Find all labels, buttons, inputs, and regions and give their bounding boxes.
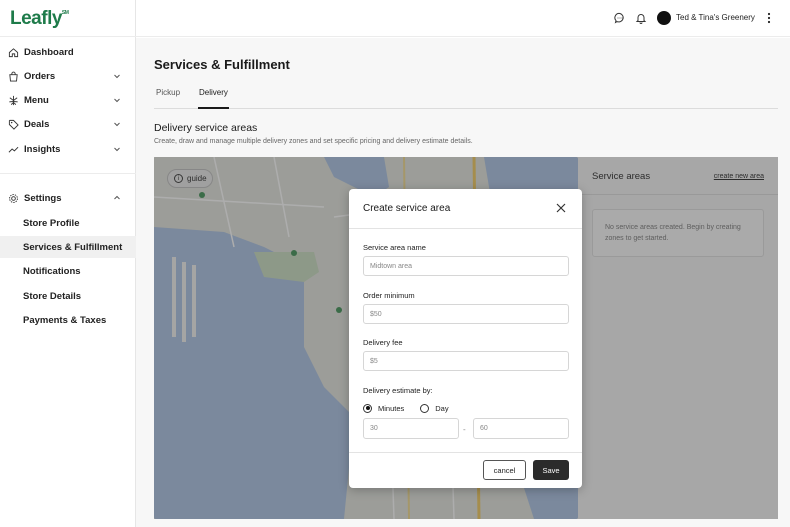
tab-bar: Pickup Delivery: [154, 86, 778, 109]
order-minimum-label: Order minimum: [363, 291, 415, 300]
delivery-fee-label: Delivery fee: [363, 338, 403, 347]
sidebar-item-label: Dashboard: [24, 46, 74, 58]
save-button[interactable]: Save: [533, 460, 569, 480]
chevron-down-icon: [114, 74, 120, 79]
section-title: Delivery service areas: [154, 122, 258, 134]
bag-icon: [7, 70, 19, 82]
sidebar-item-label: Menu: [24, 94, 49, 106]
sidebar-item-insights[interactable]: Insights: [0, 138, 136, 160]
page-title: Services & Fulfillment: [154, 57, 290, 72]
range-separator: -: [463, 425, 466, 434]
estimate-max-input[interactable]: 60: [473, 418, 569, 439]
divider: [349, 452, 582, 453]
settings-item-label: Notifications: [23, 265, 81, 277]
service-area-name-input[interactable]: Midtown area: [363, 256, 569, 276]
delivery-fee-input[interactable]: $5: [363, 351, 569, 371]
radio-minutes-label[interactable]: Minutes: [378, 404, 404, 413]
leafly-logo[interactable]: LeaflySM: [10, 8, 69, 30]
sidebar-item-orders[interactable]: Orders: [0, 65, 136, 87]
settings-item-label: Services & Fulfillment: [23, 241, 123, 253]
sidebar-item-dashboard[interactable]: Dashboard: [0, 41, 136, 63]
logo-text: Leafly: [10, 8, 62, 29]
tab-delivery[interactable]: Delivery: [198, 88, 229, 109]
close-icon[interactable]: [555, 202, 567, 214]
gear-icon: [7, 192, 19, 204]
logo-mark: SM: [61, 10, 69, 16]
sidebar: LeaflySM Dashboard Orders Menu Deals Ins…: [0, 0, 136, 527]
divider: [0, 36, 136, 37]
settings-item-label: Store Profile: [23, 217, 80, 229]
sidebar-item-label: Orders: [24, 70, 56, 82]
settings-item-label: Payments & Taxes: [23, 314, 107, 326]
settings-item-label: Store Details: [23, 290, 82, 302]
radio-day-label[interactable]: Day: [435, 404, 448, 413]
chevron-down-icon: [114, 98, 120, 103]
settings-item-store-details[interactable]: Store Details: [0, 285, 136, 307]
divider: [349, 228, 582, 229]
tag-icon: [7, 118, 19, 130]
store-avatar[interactable]: [657, 11, 671, 25]
radio-minutes[interactable]: [363, 403, 372, 413]
cancel-button[interactable]: cancel: [483, 460, 526, 480]
store-name[interactable]: Ted & Tina's Greenery: [676, 13, 755, 22]
sidebar-item-deals[interactable]: Deals: [0, 113, 136, 135]
estimate-min-input[interactable]: 30: [363, 418, 459, 439]
divider: [0, 173, 136, 174]
chevron-down-icon: [114, 147, 120, 152]
bell-icon[interactable]: [635, 12, 647, 24]
estimate-unit-radio-group: Minutes Day: [363, 402, 449, 414]
settings-item-notifications[interactable]: Notifications: [0, 260, 136, 282]
chat-icon[interactable]: [614, 12, 626, 24]
settings-item-services-fulfillment[interactable]: Services & Fulfillment: [0, 236, 136, 258]
modal-title: Create service area: [363, 203, 451, 214]
tab-pickup[interactable]: Pickup: [156, 88, 180, 109]
delivery-estimate-label: Delivery estimate by:: [363, 386, 433, 395]
home-icon: [7, 46, 19, 58]
chevron-down-icon: [114, 122, 120, 127]
sidebar-item-label: Insights: [24, 143, 61, 155]
more-options-icon[interactable]: [766, 11, 772, 25]
settings-item-store-profile[interactable]: Store Profile: [0, 212, 136, 234]
service-area-name-label: Service area name: [363, 243, 426, 252]
settings-item-payments-taxes[interactable]: Payments & Taxes: [0, 309, 136, 331]
chevron-up-icon: [114, 195, 120, 200]
sidebar-item-label: Settings: [24, 192, 62, 204]
sidebar-item-menu[interactable]: Menu: [0, 89, 136, 111]
radio-day[interactable]: [420, 403, 430, 413]
create-service-area-modal: Create service area Service area name Mi…: [349, 189, 582, 488]
top-bar: Ted & Tina's Greenery: [136, 0, 790, 37]
sidebar-item-label: Deals: [24, 118, 50, 130]
sidebar-item-settings[interactable]: Settings: [0, 187, 136, 209]
trend-icon: [7, 143, 19, 155]
section-description: Create, draw and manage multiple deliver…: [154, 138, 473, 145]
order-minimum-input[interactable]: $50: [363, 304, 569, 324]
cannabis-leaf-icon: [7, 94, 19, 106]
